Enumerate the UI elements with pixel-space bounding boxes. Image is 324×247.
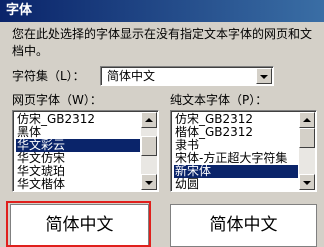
web-font-label: 网页字体（W）： xyxy=(12,93,102,107)
scroll-down-icon xyxy=(303,181,311,185)
charset-select[interactable]: 简体中文 xyxy=(100,66,274,86)
charset-label: 字符集（L）： xyxy=(12,69,85,83)
highlight-box xyxy=(6,201,151,247)
list-item[interactable]: 华文楷体 xyxy=(16,178,140,191)
scroll-up-icon xyxy=(303,118,311,122)
title-bar: 字体 xyxy=(0,0,324,22)
web-font-scrollbar[interactable] xyxy=(141,112,157,190)
plain-font-preview: 简体中文 xyxy=(170,204,317,247)
scroll-up-button[interactable] xyxy=(141,112,157,128)
plain-font-scrollbar[interactable] xyxy=(299,112,315,190)
scroll-thumb[interactable] xyxy=(141,136,157,156)
charset-dropdown-button[interactable] xyxy=(256,68,272,84)
scroll-thumb[interactable] xyxy=(299,128,315,148)
description-text: 您在此处选择的字体显示在没有指定文本字体的网页和文档中。 xyxy=(12,27,313,58)
scroll-down-icon xyxy=(145,181,153,185)
scroll-down-button[interactable] xyxy=(299,174,315,190)
web-font-list[interactable]: 仿宋_GB2312 黑体 华文彩云 华文仿宋 华文琥珀 华文楷体 xyxy=(12,110,159,192)
charset-value: 简体中文 xyxy=(107,69,156,83)
chevron-down-icon xyxy=(260,75,268,79)
list-item[interactable]: 幼圆 xyxy=(174,178,298,191)
scroll-up-icon xyxy=(145,118,153,122)
plain-font-label: 纯文本字体（P）： xyxy=(170,93,268,107)
scroll-down-button[interactable] xyxy=(141,174,157,190)
scroll-up-button[interactable] xyxy=(299,112,315,128)
plain-font-list[interactable]: 仿宋_GB2312 楷体_GB2312 隶书 宋体-方正超大字符集 新宋体 幼圆 xyxy=(170,110,317,192)
window-title: 字体 xyxy=(6,3,33,18)
